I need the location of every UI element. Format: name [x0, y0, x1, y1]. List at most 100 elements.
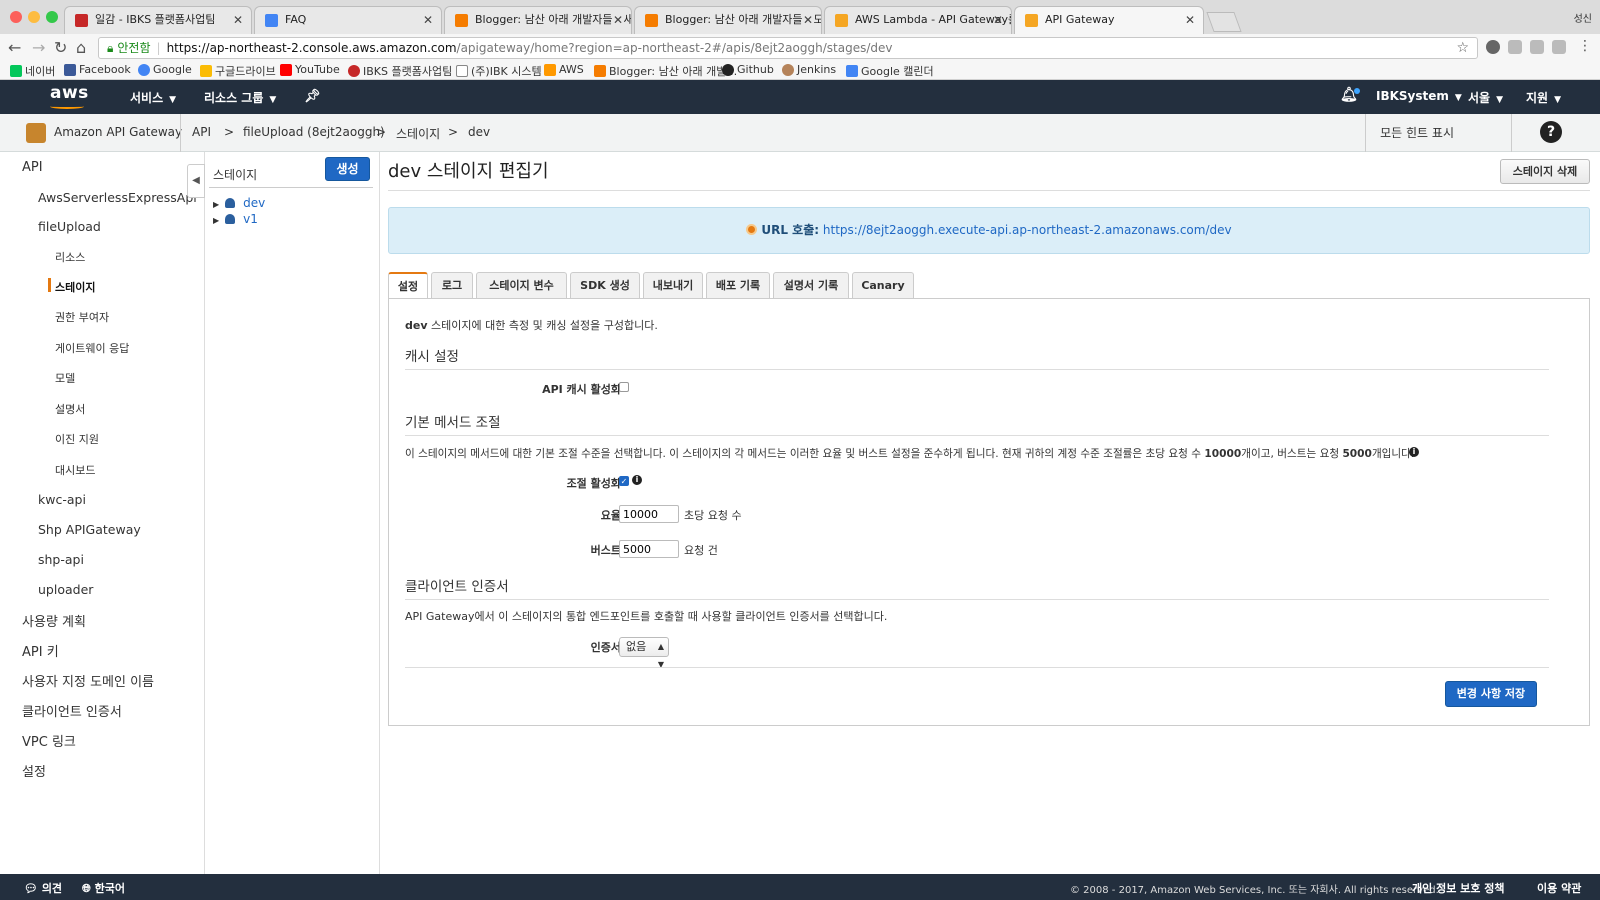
- nav-api-item[interactable]: kwc-api: [38, 492, 86, 507]
- tab-close-icon[interactable]: ✕: [993, 7, 1003, 33]
- service-name[interactable]: Amazon API Gateway: [54, 125, 182, 139]
- bookmark-item[interactable]: (주)IBK 시스템: [456, 63, 542, 79]
- info-icon[interactable]: i: [1409, 447, 1419, 457]
- nav-api-item[interactable]: Shp APIGateway: [38, 522, 141, 537]
- collapse-nav-arrow-icon[interactable]: ◀: [187, 164, 205, 198]
- browser-tab[interactable]: Blogger: 남산 아래 개발자들 - 새 글 ✕: [444, 6, 632, 34]
- breadcrumb-api[interactable]: API: [192, 125, 211, 139]
- bookmark-star-icon[interactable]: ☆: [1456, 38, 1469, 58]
- nav-api-item[interactable]: AwsServerlessExpressApi: [38, 190, 197, 205]
- bookmark-item[interactable]: IBKS 플랫폼사업팀: [348, 63, 452, 79]
- browser-tab[interactable]: FAQ ✕: [254, 6, 442, 34]
- bookmark-item[interactable]: 네이버: [10, 63, 55, 79]
- tab-canary[interactable]: Canary: [852, 272, 914, 299]
- bookmark-item[interactable]: Facebook: [64, 63, 131, 76]
- nav-api[interactable]: API: [22, 160, 43, 175]
- nav-binary-support[interactable]: 이진 지원: [55, 431, 99, 447]
- nav-models[interactable]: 모델: [55, 370, 75, 386]
- rate-input[interactable]: [619, 505, 679, 523]
- nav-usage-plans[interactable]: 사용량 계획: [22, 611, 86, 630]
- bookmark-item[interactable]: Blogger: 남산 아래 개발…: [594, 63, 737, 79]
- tab-export[interactable]: 내보내기: [643, 272, 703, 299]
- bookmark-item[interactable]: 구글드라이브: [200, 63, 276, 79]
- breadcrumb-api-name[interactable]: fileUpload (8ejt2aoggh): [243, 125, 385, 139]
- show-all-hints-link[interactable]: 모든 힌트 표시: [1365, 114, 1468, 152]
- nav-vpc-links[interactable]: VPC 링크: [22, 731, 76, 750]
- nav-api-keys[interactable]: API 키: [22, 641, 59, 660]
- browser-tab[interactable]: Blogger: 남산 아래 개발자들 - 모든 ✕: [634, 6, 822, 34]
- breadcrumb-stages[interactable]: 스테이지: [396, 125, 440, 142]
- close-window-button[interactable]: [10, 11, 22, 23]
- tab-settings[interactable]: 설정: [388, 272, 428, 300]
- maximize-window-button[interactable]: [46, 11, 58, 23]
- nav-documentation[interactable]: 설명서: [55, 401, 85, 417]
- nav-resources[interactable]: 리소스: [55, 249, 85, 265]
- tab-deployment-history[interactable]: 배포 기록: [706, 272, 770, 299]
- api-cache-checkbox[interactable]: [619, 382, 629, 392]
- pin-icon[interactable]: 📌︎: [304, 89, 321, 104]
- bookmark-item[interactable]: Google 캘린더: [846, 63, 934, 79]
- nav-custom-domain-names[interactable]: 사용자 지정 도메인 이름: [22, 671, 154, 690]
- stage-name[interactable]: dev: [243, 196, 265, 210]
- extension-icon[interactable]: [1552, 40, 1566, 54]
- bookmark-item[interactable]: Github: [722, 63, 774, 76]
- tab-logs[interactable]: 로그: [431, 272, 473, 299]
- url-field[interactable]: 🔒︎ 안전함 | https://ap-northeast-2.console.aws…: [98, 37, 1478, 59]
- back-arrow-icon[interactable]: ←: [8, 38, 21, 57]
- burst-input[interactable]: [619, 540, 679, 558]
- profile-name[interactable]: 성신: [1574, 10, 1592, 25]
- tab-documentation-history[interactable]: 설명서 기록: [773, 272, 849, 299]
- bookmark-item[interactable]: YouTube: [280, 63, 340, 76]
- tab-close-icon[interactable]: ✕: [233, 7, 243, 33]
- expand-arrow-icon[interactable]: ▶: [213, 216, 219, 225]
- browser-tab[interactable]: AWS Lambda - API Gateway를 ✕: [824, 6, 1012, 34]
- tab-sdk-generation[interactable]: SDK 생성: [570, 272, 640, 299]
- bookmark-item[interactable]: Jenkins: [782, 63, 836, 76]
- delete-stage-button[interactable]: 스테이지 삭제: [1500, 159, 1590, 184]
- tab-close-icon[interactable]: ✕: [423, 7, 433, 33]
- nav-client-certificates[interactable]: 클라이언트 인증서: [22, 701, 122, 720]
- extension-icon[interactable]: [1508, 40, 1522, 54]
- browser-tab[interactable]: 일감 - IBKS 플랫폼사업팀 ✕: [64, 6, 252, 34]
- nav-stages[interactable]: 스테이지: [55, 279, 95, 295]
- language-selector[interactable]: 🌐︎ 한국어: [82, 880, 125, 896]
- extension-icon[interactable]: [1530, 40, 1544, 54]
- services-menu[interactable]: 서비스 ▼: [130, 89, 176, 106]
- browser-tab-active[interactable]: API Gateway ✕: [1014, 6, 1204, 34]
- minimize-window-button[interactable]: [28, 11, 40, 23]
- account-menu[interactable]: IBKSystem ▼: [1376, 89, 1462, 103]
- nav-settings[interactable]: 설정: [22, 761, 46, 780]
- region-menu[interactable]: 서울 ▼: [1468, 89, 1503, 106]
- nav-api-item-current[interactable]: fileUpload: [38, 219, 101, 234]
- stage-tree-item[interactable]: ▶ dev: [213, 196, 265, 210]
- expand-arrow-icon[interactable]: ▶: [213, 200, 219, 209]
- menu-dots-icon[interactable]: ⋮: [1578, 38, 1592, 54]
- new-tab-button[interactable]: [1206, 12, 1242, 32]
- enable-throttling-checkbox[interactable]: ✓: [619, 476, 629, 486]
- aws-logo[interactable]: aws: [50, 83, 89, 103]
- nav-api-item[interactable]: uploader: [38, 582, 93, 597]
- reload-icon[interactable]: ↻: [54, 38, 67, 57]
- bookmark-item[interactable]: Google: [138, 63, 192, 76]
- info-icon[interactable]: i: [632, 475, 642, 485]
- nav-api-item[interactable]: shp-api: [38, 552, 84, 567]
- tab-stage-variables[interactable]: 스테이지 변수: [476, 272, 567, 299]
- stage-name[interactable]: v1: [243, 212, 258, 226]
- nav-dashboard[interactable]: 대시보드: [55, 462, 95, 478]
- nav-gateway-responses[interactable]: 게이트웨이 응답: [55, 340, 129, 356]
- save-changes-button[interactable]: 변경 사항 저장: [1445, 681, 1537, 707]
- resource-groups-menu[interactable]: 리소스 그룹 ▼: [204, 89, 276, 106]
- extension-icon[interactable]: [1486, 40, 1500, 54]
- terms-of-use-link[interactable]: 이용 약관: [1537, 880, 1581, 896]
- nav-authorizers[interactable]: 권한 부여자: [55, 309, 109, 325]
- invoke-url-link[interactable]: https://8ejt2aoggh.execute-api.ap-northe…: [823, 223, 1232, 237]
- tab-close-icon[interactable]: ✕: [803, 7, 813, 33]
- help-icon[interactable]: ?: [1540, 121, 1562, 143]
- support-menu[interactable]: 지원 ▼: [1526, 89, 1561, 106]
- create-stage-button[interactable]: 생성: [325, 157, 370, 181]
- forward-arrow-icon[interactable]: →: [32, 38, 45, 57]
- home-icon[interactable]: ⌂: [76, 38, 86, 57]
- bookmark-item[interactable]: AWS: [544, 63, 584, 76]
- tab-close-icon[interactable]: ✕: [613, 7, 623, 33]
- stage-tree-item[interactable]: ▶ v1: [213, 212, 258, 226]
